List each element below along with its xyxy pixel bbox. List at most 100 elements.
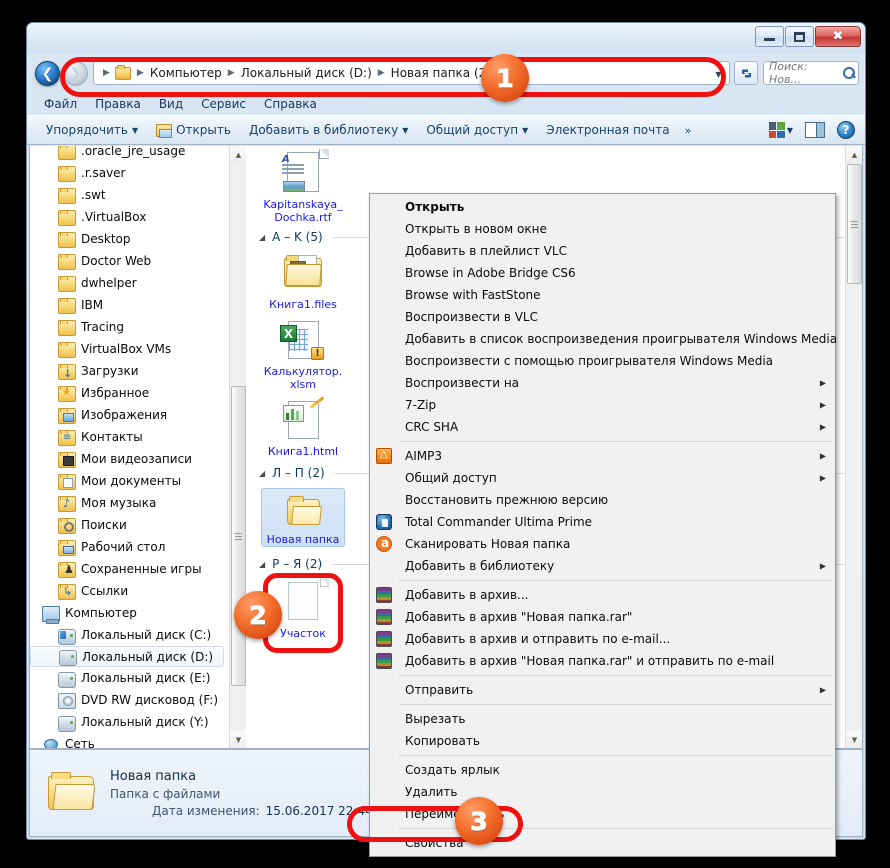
context-menu-item-8[interactable]: Воспроизвести на ▶ xyxy=(370,372,835,394)
tree-item-10[interactable]: Загрузки xyxy=(30,360,228,382)
context-menu-item-5[interactable]: Воспроизвести в VLC xyxy=(370,306,835,328)
context-menu-item-29[interactable]: Создать ярлык xyxy=(370,759,835,781)
tree-item-17[interactable]: Поиски xyxy=(30,514,228,536)
menu-view[interactable]: Вид xyxy=(150,95,192,113)
context-menu-item-6[interactable]: Добавить в список воспроизведения проигр… xyxy=(370,328,837,350)
context-menu-item-24[interactable]: Отправить ▶ xyxy=(370,679,835,701)
tree-scrollbar[interactable]: ▲ ▼ xyxy=(229,146,246,748)
context-menu-item-16[interactable]: Сканировать Новая папка xyxy=(370,533,835,555)
file-list-scrollbar[interactable]: ▲ ▼ xyxy=(845,146,862,748)
list-item-selected-new-folder[interactable]: Новая папка xyxy=(261,488,345,547)
context-menu-item-13[interactable]: Общий доступ ▶ xyxy=(370,467,835,489)
collapse-triangle-icon[interactable]: ◢ xyxy=(259,233,265,242)
preview-pane-icon[interactable] xyxy=(805,122,825,138)
tree-item-27[interactable]: Сеть xyxy=(30,733,228,748)
context-menu-item-10[interactable]: CRC SHA ▶ xyxy=(370,416,835,438)
context-menu-item-17[interactable]: Добавить в библиотеку ▶ xyxy=(370,555,835,577)
forward-button[interactable]: ❯ xyxy=(63,61,88,86)
tree-item-5[interactable]: Doctor Web xyxy=(30,250,228,272)
tree-item-16[interactable]: Моя музыка xyxy=(30,492,228,514)
tree-item-4[interactable]: Desktop xyxy=(30,228,228,250)
tree-item-label: Мои видеозаписи xyxy=(81,452,192,466)
list-item[interactable]: X ! Калькулятор.xlsm xyxy=(261,317,345,391)
context-menu-item-12[interactable]: AIMP3 ▶ xyxy=(370,445,835,467)
tree-item-25[interactable]: DVD RW дисковод (F:) xyxy=(30,689,228,711)
tree-item-2[interactable]: .swt xyxy=(30,184,228,206)
tree-item-9[interactable]: VirtualBox VMs xyxy=(30,338,228,360)
tree-item-0[interactable]: .oracle_jre_usage xyxy=(30,146,228,162)
context-menu-item-19[interactable]: Добавить в архив... xyxy=(370,584,835,606)
breadcrumb-local-disk-d[interactable]: Локальный диск (D:) xyxy=(240,64,373,82)
tree-scrollbar-thumb[interactable] xyxy=(231,386,246,686)
close-button[interactable]: ✖ xyxy=(815,26,861,47)
context-menu-item-22[interactable]: Добавить в архив "Новая папка.rar" и отп… xyxy=(370,650,835,672)
tree-item-8[interactable]: Tracing xyxy=(30,316,228,338)
context-menu-item-15[interactable]: Total Commander Ultima Prime xyxy=(370,511,835,533)
search-input[interactable]: Поиск: Нов... xyxy=(763,61,859,85)
tree-item-11[interactable]: Избранное xyxy=(30,382,228,404)
menu-file[interactable]: Файл xyxy=(35,95,86,113)
menu-help[interactable]: Справка xyxy=(255,95,326,113)
tree-scroll-up-icon[interactable]: ▲ xyxy=(230,146,246,163)
tree-item-13[interactable]: Контакты xyxy=(30,426,228,448)
tree-item-6[interactable]: dwhelper xyxy=(30,272,228,294)
menu-tools[interactable]: Сервис xyxy=(192,95,255,113)
minimize-button[interactable] xyxy=(755,26,784,47)
collapse-triangle-icon[interactable]: ◢ xyxy=(259,469,265,478)
toolbar-overflow-button[interactable]: » xyxy=(679,124,698,137)
tree-item-1[interactable]: .r.saver xyxy=(30,162,228,184)
context-menu-item-27[interactable]: Копировать xyxy=(370,730,835,752)
tree-scroll-down-icon[interactable]: ▼ xyxy=(230,731,246,748)
tree-item-20[interactable]: Ссылки xyxy=(30,580,228,602)
context-menu-item-0[interactable]: Открыть xyxy=(370,196,835,218)
menu-edit[interactable]: Правка xyxy=(86,95,150,113)
context-menu-item-7[interactable]: Воспроизвести с помощью проигрывателя Wi… xyxy=(370,350,835,372)
address-bar[interactable]: ▶ ▶ Компьютер ▶ Локальный диск (D:) ▶ Но… xyxy=(93,61,730,85)
tree-item-15[interactable]: Мои документы xyxy=(30,470,228,492)
context-menu-item-1[interactable]: Открыть в новом окне xyxy=(370,218,835,240)
files-scroll-up-icon[interactable]: ▲ xyxy=(846,146,862,163)
address-dropdown-icon[interactable]: ▼ xyxy=(710,65,727,83)
breadcrumb-new-folder-2[interactable]: Новая папка (2) xyxy=(390,64,492,82)
context-menu-item-21[interactable]: Добавить в архив и отправить по e-mail..… xyxy=(370,628,835,650)
context-menu-item-33[interactable]: Свойства xyxy=(370,832,835,854)
share-button[interactable]: Общий доступ ▼ xyxy=(417,120,537,140)
collapse-triangle-icon[interactable]: ◢ xyxy=(259,560,265,569)
help-icon[interactable]: ? xyxy=(837,121,855,139)
maximize-button[interactable] xyxy=(785,26,814,47)
tree-item-22[interactable]: Локальный диск (C:) xyxy=(30,624,228,646)
tree-item-14[interactable]: Мои видеозаписи xyxy=(30,448,228,470)
context-menu-item-2[interactable]: Добавить в плейлист VLC xyxy=(370,240,835,262)
chevron-down-icon[interactable]: ▼ xyxy=(787,126,793,135)
tree-item-19[interactable]: Сохраненные игры xyxy=(30,558,228,580)
tree-item-7[interactable]: IBM xyxy=(30,294,228,316)
files-scroll-down-icon[interactable]: ▼ xyxy=(846,731,862,748)
refresh-button[interactable] xyxy=(734,61,758,85)
tree-item-21[interactable]: Компьютер xyxy=(30,602,228,624)
change-view-icon[interactable] xyxy=(768,122,785,138)
files-scrollbar-thumb[interactable] xyxy=(847,164,862,284)
email-button[interactable]: Электронная почта xyxy=(537,120,678,140)
add-to-library-button[interactable]: Добавить в библиотеку ▼ xyxy=(240,120,417,140)
open-button[interactable]: Открыть xyxy=(147,120,240,140)
tree-item-12[interactable]: Изображения xyxy=(30,404,228,426)
tree-item-3[interactable]: .VirtualBox xyxy=(30,206,228,228)
tree-item-24[interactable]: Локальный диск (E:) xyxy=(30,667,228,689)
tree-item-23[interactable]: Локальный диск (D:) xyxy=(30,646,224,667)
context-menu-item-14[interactable]: Восстановить прежнюю версию xyxy=(370,489,835,511)
context-menu-item-26[interactable]: Вырезать xyxy=(370,708,835,730)
tree-item-26[interactable]: Локальный диск (Y:) xyxy=(30,711,228,733)
organize-button[interactable]: Упорядочить ▼ xyxy=(37,120,147,140)
context-menu-item-4[interactable]: Browse with FastStone xyxy=(370,284,835,306)
list-item[interactable]: Книга1.html xyxy=(261,396,345,458)
context-menu-item-30[interactable]: Удалить xyxy=(370,781,835,803)
context-menu-item-31[interactable]: Переименовать xyxy=(370,803,835,825)
breadcrumb-computer[interactable]: Компьютер xyxy=(149,64,223,82)
list-item[interactable]: A Kapitanskaya_Dochka.rtf xyxy=(261,149,345,224)
tree-item-18[interactable]: Рабочий стол xyxy=(30,536,228,558)
back-button[interactable]: ❮ xyxy=(35,61,60,86)
context-menu-item-20[interactable]: Добавить в архив "Новая папка.rar" xyxy=(370,606,835,628)
list-item[interactable]: Книга1.files xyxy=(261,250,345,311)
context-menu-item-3[interactable]: Browse in Adobe Bridge CS6 xyxy=(370,262,835,284)
context-menu-item-9[interactable]: 7-Zip ▶ xyxy=(370,394,835,416)
